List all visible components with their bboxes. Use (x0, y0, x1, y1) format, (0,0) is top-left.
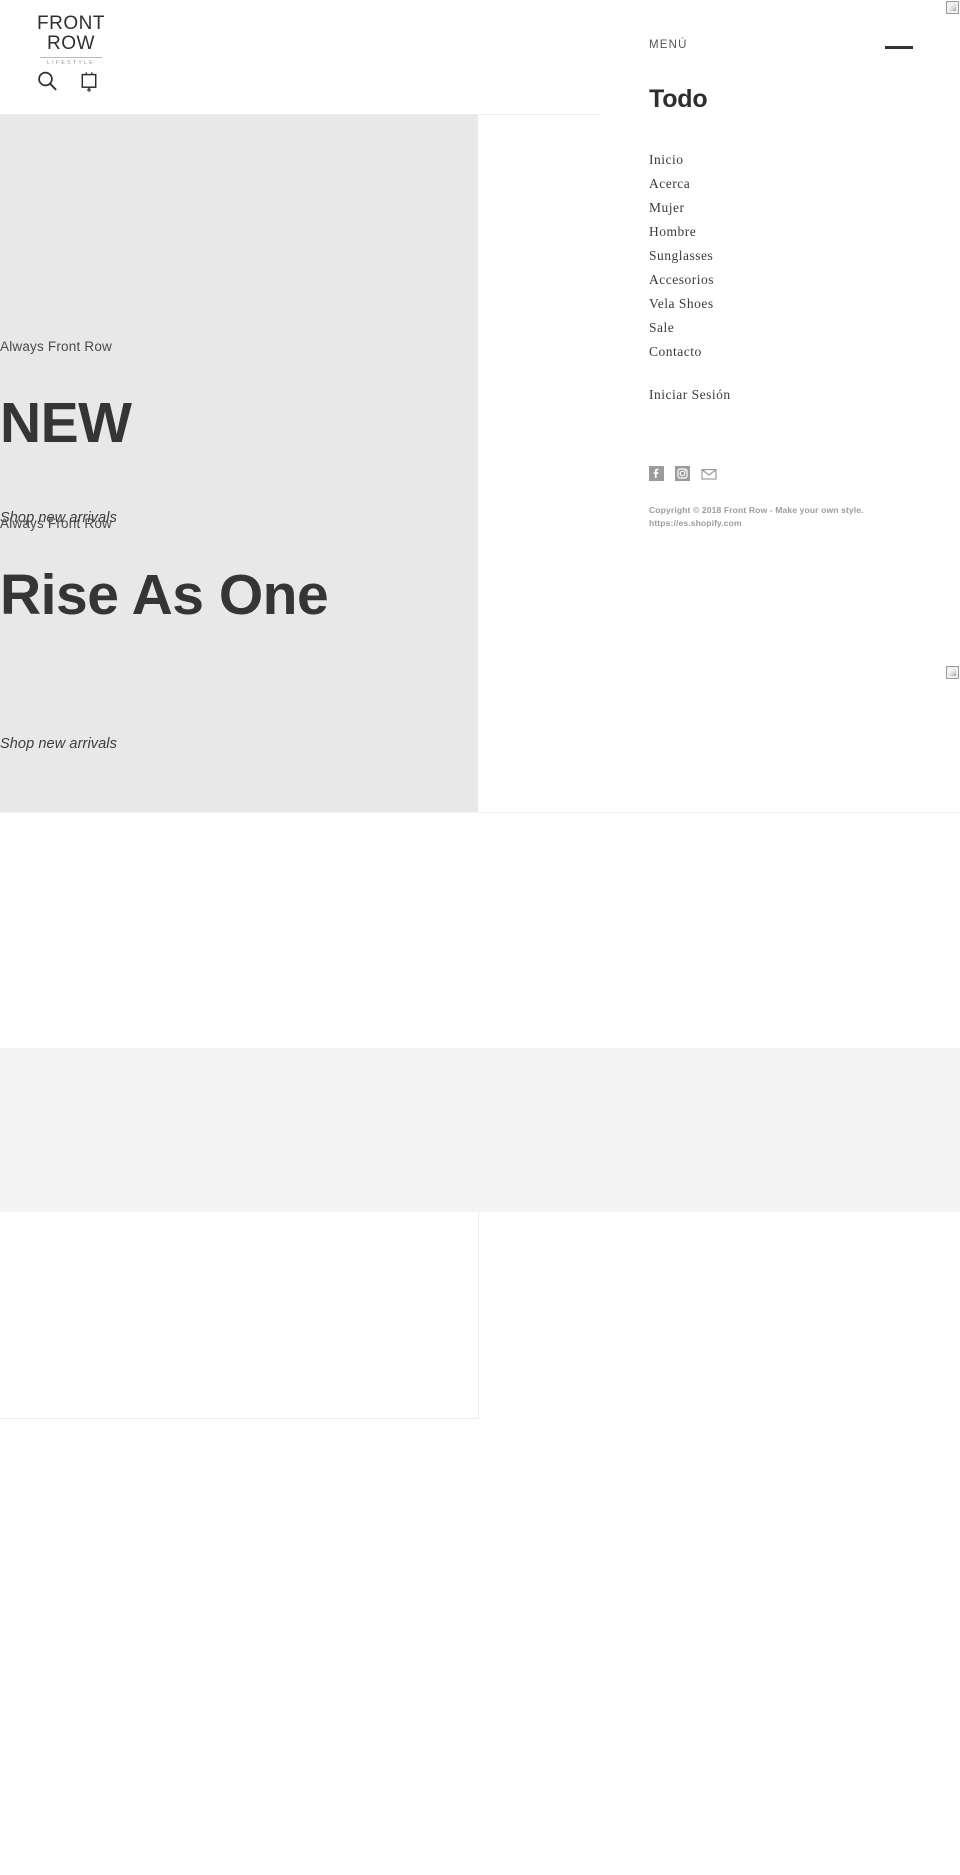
site-header: FRONT ROW LIFESTYLE (0, 0, 601, 115)
drawer-nav-list: Inicio Acerca Mujer Hombre Sunglasses Ac… (649, 148, 929, 364)
shopping-bag-icon[interactable] (78, 70, 100, 92)
scroll-indicator-glyph (949, 669, 956, 676)
split-cell-right[interactable] (479, 1212, 960, 1419)
section-featured-placeholder (0, 812, 960, 1048)
facebook-icon[interactable] (649, 466, 664, 481)
hero-slide-1-kicker: Always Front Row (0, 339, 112, 354)
nav-item-sale[interactable]: Sale (649, 316, 929, 340)
nav-item-mujer[interactable]: Mujer (649, 196, 929, 220)
hero-slide-2-cta[interactable]: Shop new arrivals (0, 736, 117, 752)
scroll-indicator-top[interactable] (946, 1, 959, 14)
scroll-indicator-glyph (949, 4, 956, 11)
nav-item-accesorios[interactable]: Accesorios (649, 268, 929, 292)
split-cell-left[interactable] (0, 1212, 479, 1419)
menu-drawer: MENÚ Todo Inicio Acerca Mujer Hombre Sun… (601, 0, 960, 812)
social-links (649, 466, 717, 481)
nav-item-inicio[interactable]: Inicio (649, 148, 929, 172)
hero-slideshow: Always Front Row NEW Shop new arrivals A… (0, 115, 478, 812)
page-root: FRONT ROW LIFESTYLE Always Front Row NEW… (0, 0, 960, 1875)
instagram-icon[interactable] (675, 466, 690, 481)
hero-slide-2-title: Rise As One (0, 563, 329, 627)
nav-item-acerca[interactable]: Acerca (649, 172, 929, 196)
section-split-grid (0, 1212, 960, 1420)
logo-line-front: FRONT (37, 13, 105, 34)
drawer-heading: Todo (649, 85, 708, 113)
copyright-text: Copyright © 2018 Front Row - Make your o… (649, 505, 864, 528)
hero-slide-2: Always Front Row Rise As One Shop new ar… (0, 462, 478, 812)
hero-slide-1-title: NEW (0, 391, 132, 455)
hamburger-icon[interactable] (885, 41, 913, 55)
scroll-indicator-middle[interactable] (946, 666, 959, 679)
section-footer-placeholder (0, 1420, 960, 1875)
nav-item-sunglasses[interactable]: Sunglasses (649, 244, 929, 268)
header-icon-group (36, 70, 100, 92)
hamburger-bar (885, 46, 913, 49)
logo-divider (40, 57, 102, 58)
login-link[interactable]: Iniciar Sesión (649, 387, 731, 403)
logo-tagline: LIFESTYLE (47, 60, 95, 66)
email-icon[interactable] (701, 466, 717, 481)
section-gray-band (0, 1048, 960, 1212)
search-icon[interactable] (36, 70, 58, 92)
nav-item-contacto[interactable]: Contacto (649, 340, 929, 364)
hero-slide-1: Always Front Row NEW Shop new arrivals (0, 115, 478, 526)
nav-item-vela-shoes[interactable]: Vela Shoes (649, 292, 929, 316)
site-logo[interactable]: FRONT ROW LIFESTYLE (36, 13, 106, 67)
menu-label: MENÚ (649, 39, 688, 51)
logo-line-row: ROW (47, 33, 95, 54)
hero-slide-2-kicker: Always Front Row (0, 516, 112, 531)
nav-item-hombre[interactable]: Hombre (649, 220, 929, 244)
